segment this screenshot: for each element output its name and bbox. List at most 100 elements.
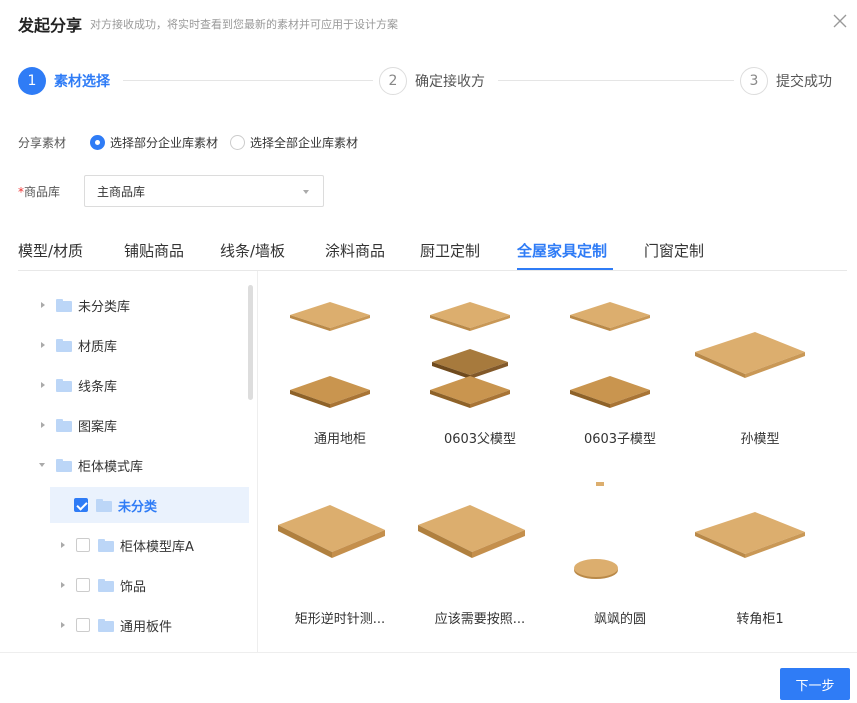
radio-partial-label: 选择部分企业库素材: [110, 136, 219, 150]
radio-all-label: 选择全部企业库素材: [250, 136, 359, 150]
caret-right-icon[interactable]: [38, 300, 48, 310]
round-disc-thumbnail: [574, 482, 618, 579]
material-name: 0603父模型: [443, 432, 517, 447]
caret-right-icon[interactable]: [58, 540, 68, 550]
caret-right-icon[interactable]: [58, 580, 68, 590]
step-3-label: 提交成功: [776, 74, 832, 90]
material-card[interactable]: 孙模型: [690, 290, 830, 447]
step-connector: [498, 80, 734, 81]
two-boards-thumbnail: [570, 302, 650, 408]
tab-doors-windows[interactable]: 门窗定制: [644, 240, 704, 261]
close-icon[interactable]: [831, 12, 849, 30]
caret-down-icon[interactable]: [38, 460, 48, 470]
folder-icon: [98, 538, 114, 552]
thick-board-thumbnail: [418, 505, 525, 558]
tree-item-material-lib[interactable]: 材质库: [38, 327, 117, 363]
chevron-down-icon: [303, 190, 309, 194]
material-card[interactable]: 转角柜1: [690, 470, 830, 627]
tree-item-label: 未分类: [118, 499, 158, 515]
folder-icon: [56, 418, 72, 432]
radio-checked-icon: [90, 135, 105, 150]
folder-icon: [98, 578, 114, 592]
tree-item-label: 材质库: [78, 339, 118, 355]
three-boards-thumbnail: [430, 302, 510, 408]
checkbox-icon[interactable]: [76, 538, 90, 552]
material-name: 矩形逆时针测...: [294, 612, 386, 627]
checkbox-icon[interactable]: [76, 618, 90, 632]
step-2-number: 2: [379, 67, 407, 95]
step-1-number: 1: [18, 67, 46, 95]
material-card[interactable]: 0603子模型: [550, 290, 690, 447]
material-name: 孙模型: [740, 432, 780, 447]
step-1: 1 素材选择: [18, 66, 110, 96]
library-select[interactable]: 主商品库: [84, 175, 324, 207]
tree-item-uncategorized[interactable]: 未分类: [50, 487, 249, 523]
tab-tiling[interactable]: 铺贴商品: [124, 240, 184, 261]
tree-scrollbar[interactable]: [248, 285, 253, 400]
tree-item-cabinet-mode-lib[interactable]: 柜体模式库: [38, 447, 143, 483]
caret-right-icon[interactable]: [38, 420, 48, 430]
tree-item-uncategorized-lib[interactable]: 未分类库: [38, 287, 130, 323]
library-label-text: 商品库: [24, 185, 61, 199]
single-board-thumbnail: [695, 512, 805, 558]
checkbox-icon[interactable]: [76, 578, 90, 592]
material-card[interactable]: 飒飒的圆: [550, 470, 690, 627]
tab-paint[interactable]: 涂料商品: [325, 240, 385, 261]
material-card[interactable]: 0603父模型: [410, 290, 550, 447]
material-card[interactable]: 应该需要按照...: [410, 470, 550, 627]
caret-right-icon[interactable]: [38, 340, 48, 350]
thick-board-thumbnail: [278, 505, 385, 558]
dialog-header: 发起分享 对方接收成功，将实时查看到您最新的素材并可应用于设计方案: [0, 0, 857, 46]
tab-model-material[interactable]: 模型/材质: [18, 240, 83, 261]
category-tree: 未分类库 材质库 线条库 图案库 柜体模式库 未分类 柜体模型库A 饰品 通用板…: [18, 271, 258, 652]
step-2-label: 确定接收方: [415, 74, 485, 90]
next-button[interactable]: 下一步: [780, 668, 850, 700]
library-select-value: 主商品库: [97, 184, 146, 199]
tab-whole-house-furniture[interactable]: 全屋家具定制: [517, 240, 607, 261]
dialog-title: 发起分享: [18, 16, 83, 35]
step-indicator: 1 素材选择 2 确定接收方 3 提交成功: [18, 66, 833, 96]
material-name: 0603子模型: [583, 432, 657, 447]
step-1-label: 素材选择: [54, 74, 110, 90]
tree-item-pattern-lib[interactable]: 图案库: [38, 407, 117, 443]
folder-icon: [56, 298, 72, 312]
tree-item-label: 图案库: [78, 419, 118, 435]
tree-item-label: 线条库: [78, 379, 118, 395]
folder-icon: [56, 458, 72, 472]
radio-all[interactable]: 选择全部企业库素材: [230, 134, 358, 151]
material-name: 飒飒的圆: [593, 612, 646, 627]
tree-item-ornaments[interactable]: 饰品: [58, 567, 146, 603]
material-name: 通用地柜: [313, 432, 366, 447]
tree-item-label: 未分类库: [78, 299, 131, 315]
tree-item-cabinet-model-lib-a[interactable]: 柜体模型库A: [58, 527, 194, 563]
step-connector: [123, 80, 373, 81]
tree-item-label: 饰品: [120, 579, 147, 595]
material-card[interactable]: 通用地柜: [270, 290, 410, 447]
material-name: 转角柜1: [736, 612, 784, 627]
step-3-number: 3: [740, 67, 768, 95]
caret-right-icon[interactable]: [58, 620, 68, 630]
step-3: 3 提交成功: [740, 66, 832, 96]
folder-icon: [98, 618, 114, 632]
folder-icon: [96, 498, 112, 512]
material-card[interactable]: 矩形逆时针测...: [270, 470, 410, 627]
radio-unchecked-icon: [230, 135, 245, 150]
folder-icon: [56, 338, 72, 352]
tree-item-label: 柜体模式库: [78, 459, 144, 475]
tree-item-label: 通用板件: [120, 619, 173, 635]
tree-item-label: 柜体模型库A: [120, 539, 194, 555]
tree-item-common-panels[interactable]: 通用板件: [58, 607, 172, 643]
tree-item-line-lib[interactable]: 线条库: [38, 367, 117, 403]
tab-kitchen-bath[interactable]: 厨卫定制: [420, 240, 480, 261]
caret-right-icon[interactable]: [38, 380, 48, 390]
dialog-subtitle: 对方接收成功，将实时查看到您最新的素材并可应用于设计方案: [90, 18, 398, 31]
active-tab-underline: [517, 268, 613, 270]
category-tabs: 模型/材质 铺贴商品 线条/墙板 涂料商品 厨卫定制 全屋家具定制 门窗定制: [18, 238, 847, 271]
checkbox-checked-icon[interactable]: [74, 498, 88, 512]
radio-partial[interactable]: 选择部分企业库素材: [90, 134, 218, 151]
material-grid: 通用地柜 0603父模型 0603子模型 孙模型 矩形逆时针测... 应该需要按…: [270, 285, 850, 645]
dialog-footer: 下一步: [0, 652, 857, 703]
single-board-thumbnail: [695, 332, 805, 378]
tab-lines-wallboard[interactable]: 线条/墙板: [220, 240, 285, 261]
share-material-label: 分享素材: [18, 136, 67, 150]
